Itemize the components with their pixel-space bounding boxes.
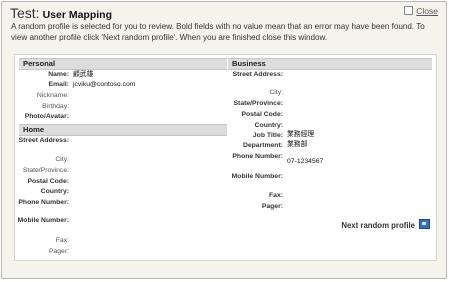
business-department-label: Department: [242,142,283,149]
personal-photo-label: Photo/Avatar: [24,113,69,120]
business-pager-label: Pager: [261,203,283,210]
business-department-value: 業務部 [287,141,308,148]
next-page-icon [419,219,430,229]
next-random-profile-label: Next random profile [341,221,415,230]
business-street-label: Street Address: [232,71,283,78]
personal-email-value: jcviku@contoso.com [73,81,136,88]
personal-nickname-label: Nickname: [36,92,69,99]
personal-email-label: Email: [48,81,69,88]
business-phone-label: Phone Number: [232,153,283,160]
home-fax-label: Fax: [55,237,69,244]
profile-panel: Personal Name: 顧武雄 Email: jcviku@contoso… [14,54,437,261]
home-phone-label: Phone Number: [18,199,69,206]
section-home-header: Home [19,124,227,136]
business-state-label: State/Province: [233,100,283,107]
business-jobtitle-label: Job Title: [252,132,283,139]
business-postal-label: Postal Code: [241,111,283,118]
business-fax-label: Fax: [269,192,283,199]
home-city-label: City: [55,156,69,163]
personal-birthday-label: Birthday: [42,103,69,110]
intro-text: A random profile is selected for you to … [11,22,425,42]
section-business-header: Business [228,58,432,70]
home-pager-label: Pager: [48,248,69,255]
home-mobile-label: Mobile Number: [17,217,69,224]
next-random-profile-button[interactable]: Next random profile [341,219,430,230]
personal-name-value: 顧武雄 [73,71,94,78]
close-label: Close [416,6,438,16]
user-mapping-dialog: Test: User Mapping Close A random profile… [1,1,447,279]
business-jobtitle-value: 業務經理 [287,131,315,138]
close-icon [404,6,414,15]
close-button[interactable]: Close [404,6,438,16]
title-text: User Mapping [42,9,113,21]
business-city-label: City: [269,89,283,96]
section-personal-header: Personal [19,58,227,70]
title-prefix: Test: [10,5,40,21]
home-state-label: State/Province: [22,167,69,174]
business-mobile-label: Mobile Number: [231,173,283,180]
home-street-label: Street Address: [18,137,69,144]
business-country-label: Country: [254,122,283,129]
home-country-label: Country: [40,188,69,195]
home-postal-label: Postal Code: [27,178,69,185]
personal-name-label: Name: [48,71,69,78]
business-phone-value: 07-1234567 [287,158,324,165]
